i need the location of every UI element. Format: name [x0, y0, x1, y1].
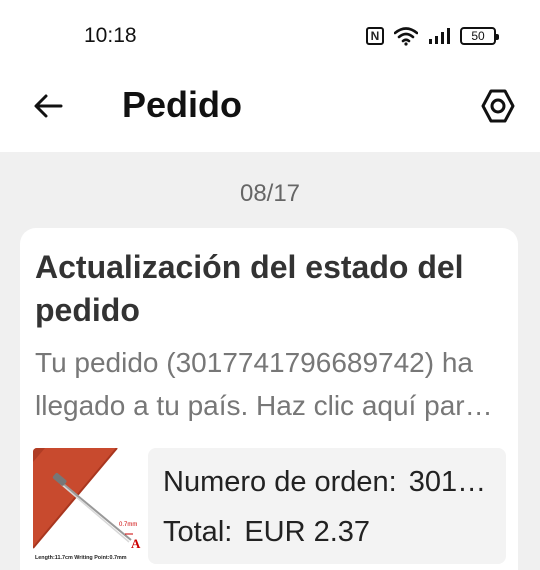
card-body: Tu pedido (3017741796689742) ha llegado …	[35, 347, 481, 421]
settings-button[interactable]	[478, 86, 518, 126]
top-bar: 10:18 N 50 Pedido	[0, 0, 540, 152]
order-number-row: Numero de orden: 3017741796689742	[163, 466, 501, 499]
order-number-value: 3017741796689742	[408, 466, 501, 498]
product-thumbnail[interactable]: 0.7mm 11.7cm A Length:11.7cm Writing Poi…	[33, 448, 147, 562]
back-button[interactable]	[30, 88, 66, 124]
product-marker-letter: A	[131, 536, 141, 551]
total-row: Total: EUR 2.37	[163, 516, 370, 549]
product-caption-text: Length:11.7cm Writing Point:0.7mm	[35, 555, 127, 561]
order-number-label: Numero de orden:	[163, 466, 397, 498]
order-summary: Numero de orden: 3017741796689742 Total:…	[148, 448, 506, 564]
hexagon-settings-icon	[481, 89, 515, 123]
product-image: 0.7mm 11.7cm A Length:11.7cm Writing Poi…	[33, 448, 147, 562]
order-status-card[interactable]: Actualización del estado del pedido Tu p…	[20, 228, 518, 570]
date-separator: 08/17	[239, 180, 301, 207]
product-size-text: 0.7mm	[119, 522, 137, 528]
total-label: Total:	[163, 516, 233, 548]
total-value: EUR 2.37	[244, 516, 371, 548]
card-title: Actualización del estado del pedido	[35, 249, 464, 328]
nfc-icon: N	[366, 27, 384, 45]
status-icons: N 50	[366, 24, 499, 48]
battery-icon: 50	[460, 27, 499, 45]
status-time: 10:18	[84, 24, 137, 47]
wifi-icon	[394, 27, 418, 46]
page-title: Pedido	[122, 84, 243, 125]
arrow-left-icon	[34, 94, 63, 118]
signal-icon	[429, 28, 450, 44]
